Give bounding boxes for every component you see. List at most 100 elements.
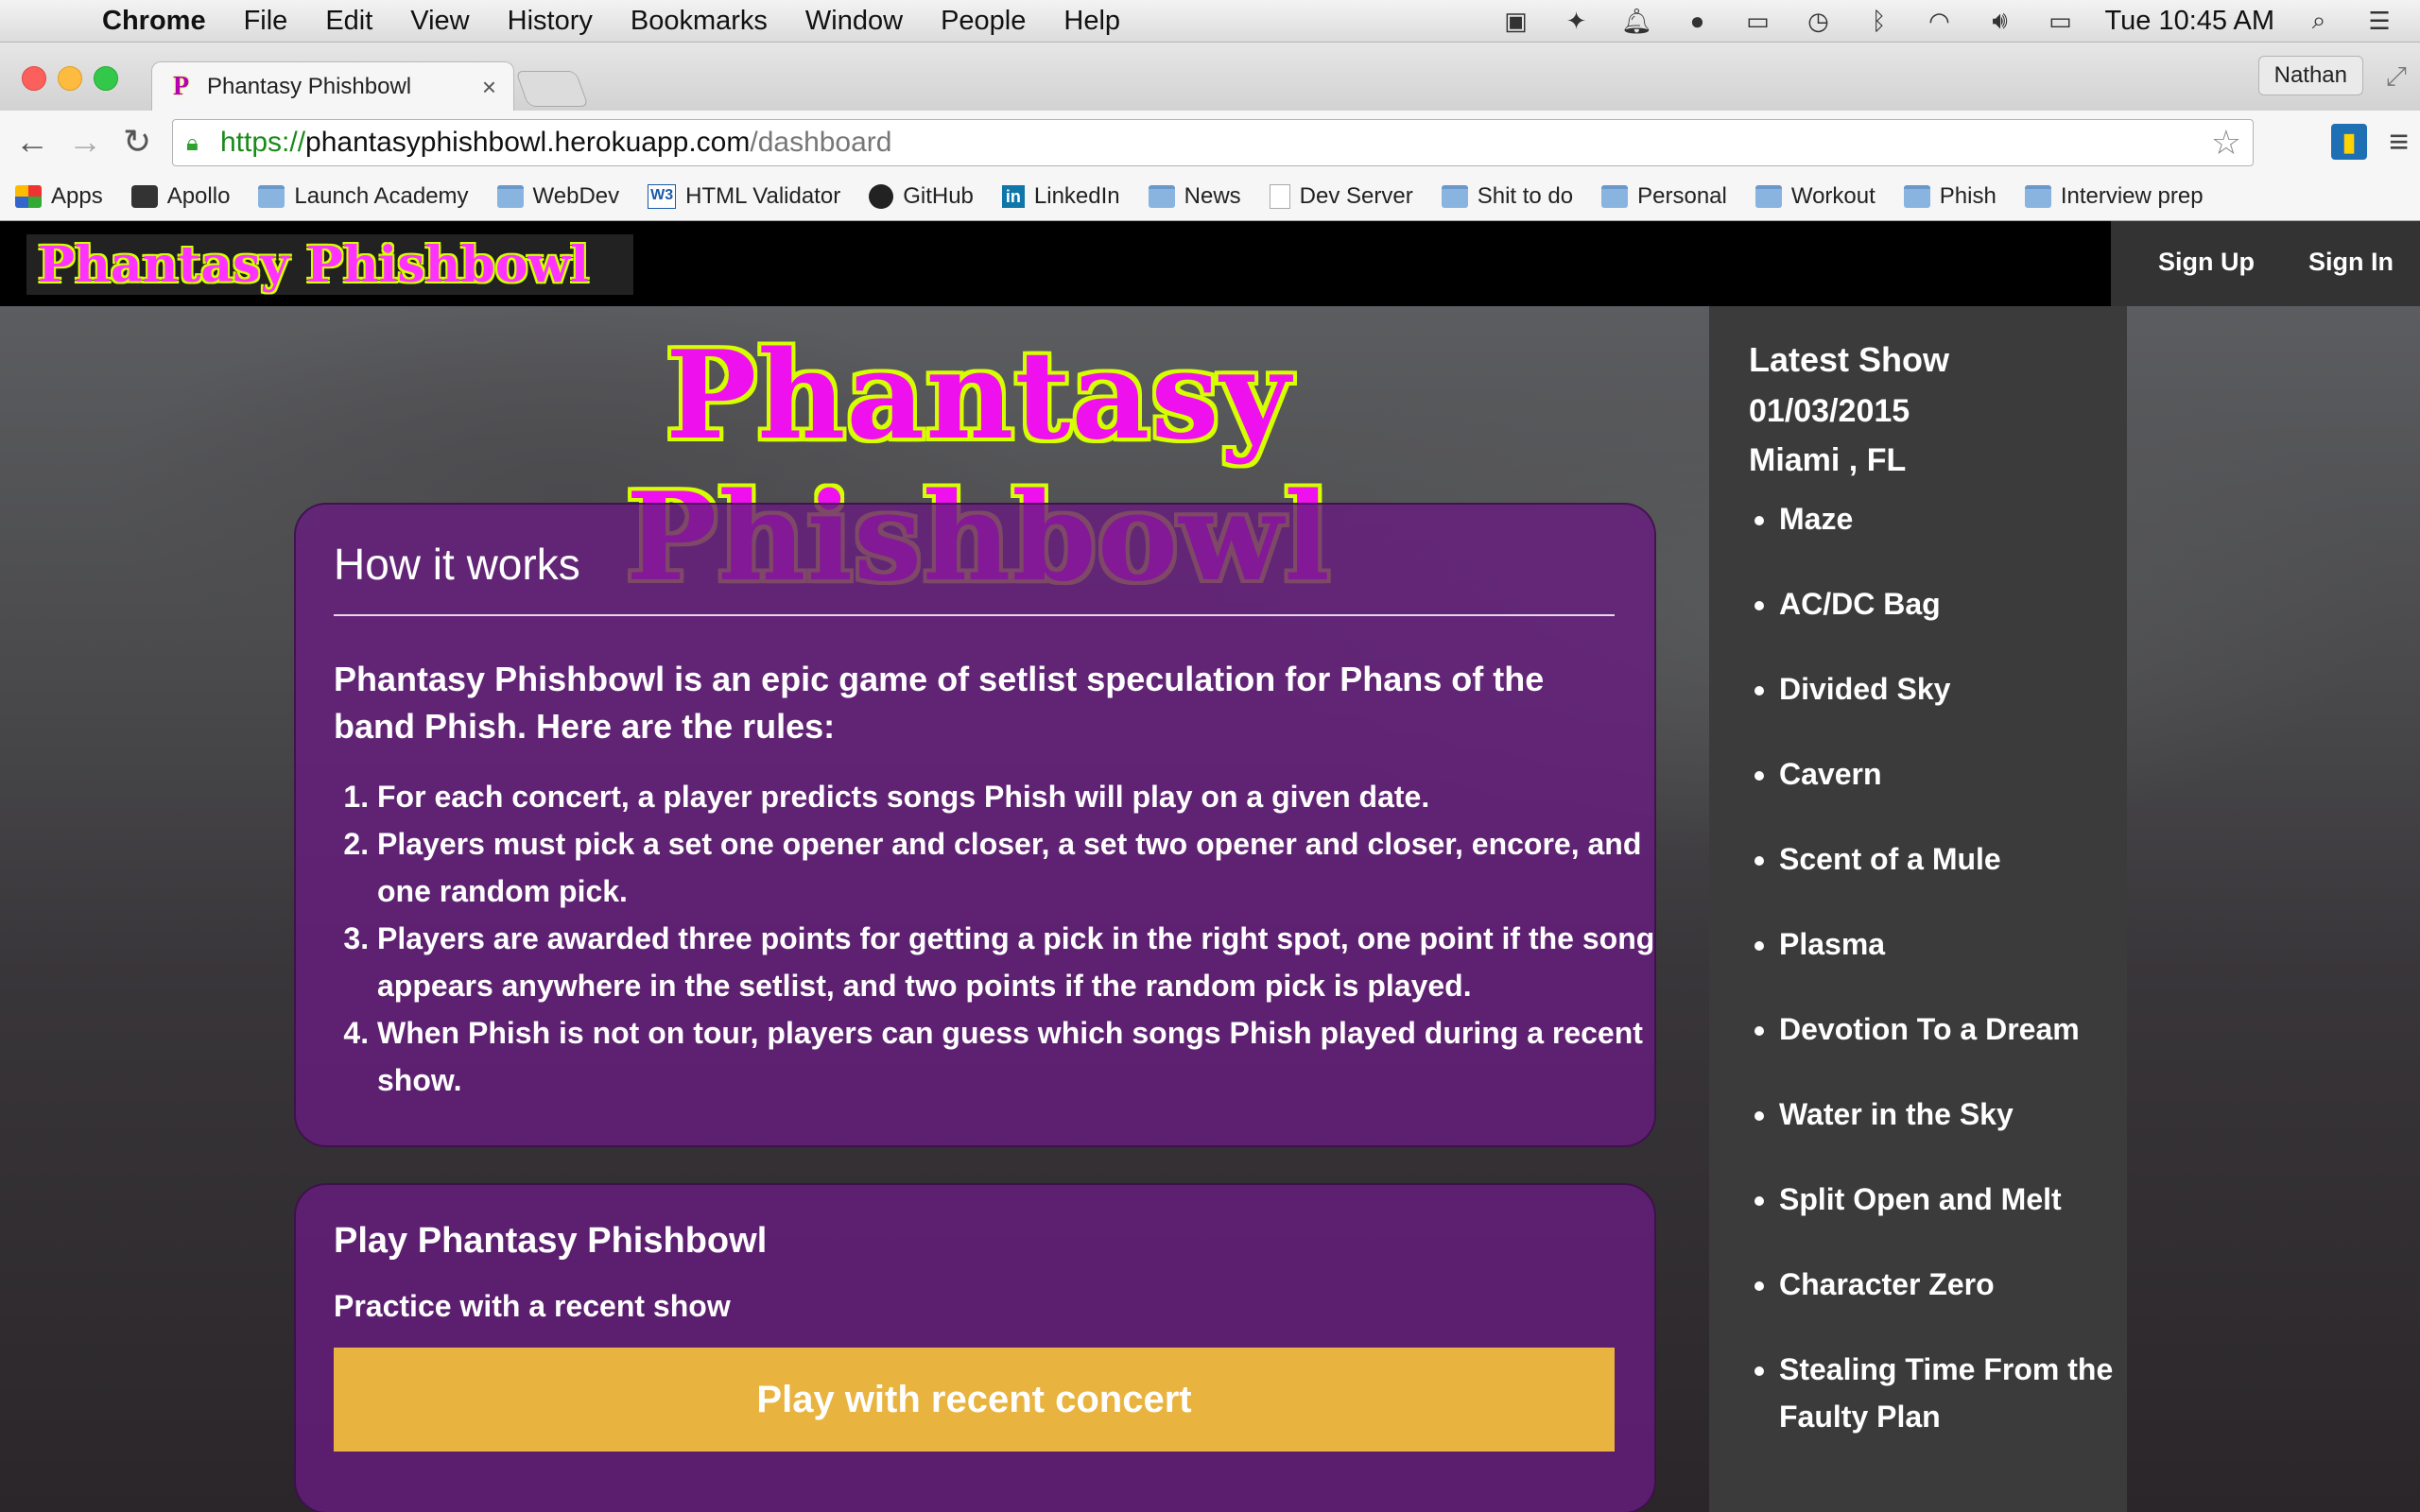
bookmark-apollo[interactable]: Apollo <box>130 183 230 210</box>
play-panel: Play Phantasy Phishbowl Practice with a … <box>294 1183 1656 1512</box>
window-minimize-button[interactable] <box>58 66 82 91</box>
bluetooth-icon[interactable]: ᛒ <box>1863 7 1895 35</box>
menubar-clock[interactable]: Tue 10:45 AM <box>2105 6 2274 37</box>
site-logo[interactable]: Phantasy Phishbowl <box>26 234 633 295</box>
wifi-icon[interactable]: ◠ <box>1924 7 1956 35</box>
folder-icon <box>496 185 524 208</box>
volume-icon[interactable]: 🔊︎ <box>1984 6 2016 35</box>
latest-show-sidebar: Latest Show 01/03/2015 Miami , FL Maze A… <box>1709 306 2127 1512</box>
bookmark-dev-server[interactable]: Dev Server <box>1269 183 1413 210</box>
bookmark-label: Interview prep <box>2060 183 2204 209</box>
setlist-song: Split Open and Melt <box>1779 1176 2138 1223</box>
github-icon <box>869 184 894 209</box>
folder-icon <box>1754 185 1782 208</box>
menu-people[interactable]: People <box>941 6 1026 37</box>
how-it-works-panel: How it works Phantasy Phishbowl is an ep… <box>294 503 1656 1147</box>
bookmark-personal[interactable]: Personal <box>1601 183 1727 210</box>
url-scheme: https:// <box>220 127 306 158</box>
airplay-icon[interactable]: ▭ <box>1742 7 1774 35</box>
forward-arrow-icon[interactable]: → <box>68 122 102 162</box>
browser-tab[interactable]: P Phantasy Phishbowl × <box>151 61 514 112</box>
play-recent-concert-button[interactable]: Play with recent concert <box>334 1348 1615 1452</box>
rule-item: Players are awarded three points for get… <box>377 915 1663 1009</box>
bookmark-webdev[interactable]: WebDev <box>496 183 620 210</box>
tab-close-icon[interactable]: × <box>482 73 496 102</box>
bookmark-apps[interactable]: Apps <box>15 183 103 210</box>
menu-bookmarks[interactable]: Bookmarks <box>631 6 768 37</box>
bookmark-star-icon[interactable]: ☆ <box>2211 123 2241 163</box>
sign-in-link[interactable]: Sign In <box>2308 248 2394 277</box>
folder-icon <box>1601 185 1629 208</box>
bookmark-phish[interactable]: Phish <box>1903 183 1996 210</box>
page-icon <box>1269 184 1290 209</box>
bookmark-workout[interactable]: Workout <box>1754 183 1876 210</box>
screen-icon[interactable]: ▣ <box>1500 7 1532 35</box>
rules-list: For each concert, a player predicts song… <box>334 773 1663 1104</box>
rule-item: For each concert, a player predicts song… <box>377 773 1663 820</box>
browser-toolbar: ← → ↻ 🔒︎ https:// phantasyphishbowl.hero… <box>0 111 2420 173</box>
menu-app-name[interactable]: Chrome <box>102 6 206 37</box>
apps-grid-icon <box>15 185 42 208</box>
bookmark-html-validator[interactable]: W3 HTML Validator <box>648 183 840 210</box>
menu-window[interactable]: Window <box>805 6 903 37</box>
folder-icon <box>2024 185 2051 208</box>
bookmark-label: LinkedIn <box>1033 183 1120 209</box>
bookmark-launch-academy[interactable]: Launch Academy <box>258 183 469 210</box>
bookmark-label: Shit to do <box>1477 183 1574 209</box>
setlist-song: Maze <box>1779 495 2138 542</box>
bookmark-interview-prep[interactable]: Interview prep <box>2024 183 2204 210</box>
os-menubar: Chrome File Edit View History Bookmarks … <box>0 0 2420 43</box>
folder-icon <box>1148 185 1175 208</box>
latest-show-location: Miami , FL <box>1749 442 1907 478</box>
play-heading: Play Phantasy Phishbowl <box>334 1221 768 1261</box>
battery-icon[interactable]: ▭ <box>2045 7 2077 35</box>
folder-icon <box>258 185 285 208</box>
setlist-song: Divided Sky <box>1779 665 2138 713</box>
rule-item: Players must pick a set one opener and c… <box>377 820 1663 915</box>
w3c-icon: W3 <box>648 184 677 209</box>
latest-show-date: 01/03/2015 <box>1749 393 1910 429</box>
tab-title: Phantasy Phishbowl <box>207 74 412 99</box>
tab-strip: P Phantasy Phishbowl × Nathan ⤢ <box>0 43 2420 112</box>
bookmark-shit-to-do[interactable]: Shit to do <box>1441 183 1574 210</box>
linkedin-icon: in <box>1001 185 1025 208</box>
bookmark-label: News <box>1184 183 1241 209</box>
menu-file[interactable]: File <box>244 6 288 37</box>
evernote-icon[interactable]: ● <box>1682 7 1714 35</box>
menu-view[interactable]: View <box>410 6 469 37</box>
back-arrow-icon[interactable]: ← <box>15 122 49 162</box>
window-close-button[interactable] <box>22 66 46 91</box>
sign-up-link[interactable]: Sign Up <box>2158 248 2255 277</box>
dropbox-icon[interactable]: ✦ <box>1561 7 1593 35</box>
setlist-song: AC/DC Bag <box>1779 580 2138 627</box>
divider <box>334 614 1615 616</box>
bookmark-news[interactable]: News <box>1148 183 1241 210</box>
new-tab-button[interactable] <box>515 71 589 107</box>
bookmark-github[interactable]: GitHub <box>869 183 974 210</box>
bookmark-linkedin[interactable]: in LinkedIn <box>1001 183 1120 210</box>
menu-edit[interactable]: Edit <box>325 6 372 37</box>
notification-bell-icon[interactable]: 🔔︎ <box>1621 7 1653 35</box>
profile-button[interactable]: Nathan <box>2257 56 2363 95</box>
bookmark-label: Phish <box>1939 183 1996 209</box>
play-subheading: Practice with a recent show <box>334 1289 731 1323</box>
window-zoom-button[interactable] <box>94 66 118 91</box>
extension-chart-icon[interactable]: ▮ <box>2331 124 2367 160</box>
bookmark-label: Launch Academy <box>294 183 469 209</box>
spotlight-search-icon[interactable]: ⌕ <box>2303 6 2335 35</box>
fullscreen-icon[interactable]: ⤢ <box>2386 61 2407 93</box>
menu-help[interactable]: Help <box>1063 6 1120 37</box>
bookmark-label: Apps <box>51 183 103 209</box>
apollo-icon <box>130 185 158 208</box>
bookmark-label: WebDev <box>532 183 620 209</box>
address-bar[interactable]: 🔒︎ https:// phantasyphishbowl.herokuapp.… <box>172 119 2254 166</box>
site-favicon-icon: P <box>173 72 190 101</box>
notification-center-icon[interactable]: ☰ <box>2363 7 2395 35</box>
menu-history[interactable]: History <box>508 6 593 37</box>
setlist-song: Stealing Time From the Faulty Plan <box>1779 1346 2138 1440</box>
folder-icon <box>1903 185 1930 208</box>
chrome-menu-icon[interactable]: ≡ <box>2389 122 2409 162</box>
setlist-song: Devotion To a Dream <box>1779 1005 2138 1053</box>
time-machine-icon[interactable]: ◷ <box>1803 7 1835 35</box>
reload-icon[interactable]: ↻ <box>123 122 151 162</box>
